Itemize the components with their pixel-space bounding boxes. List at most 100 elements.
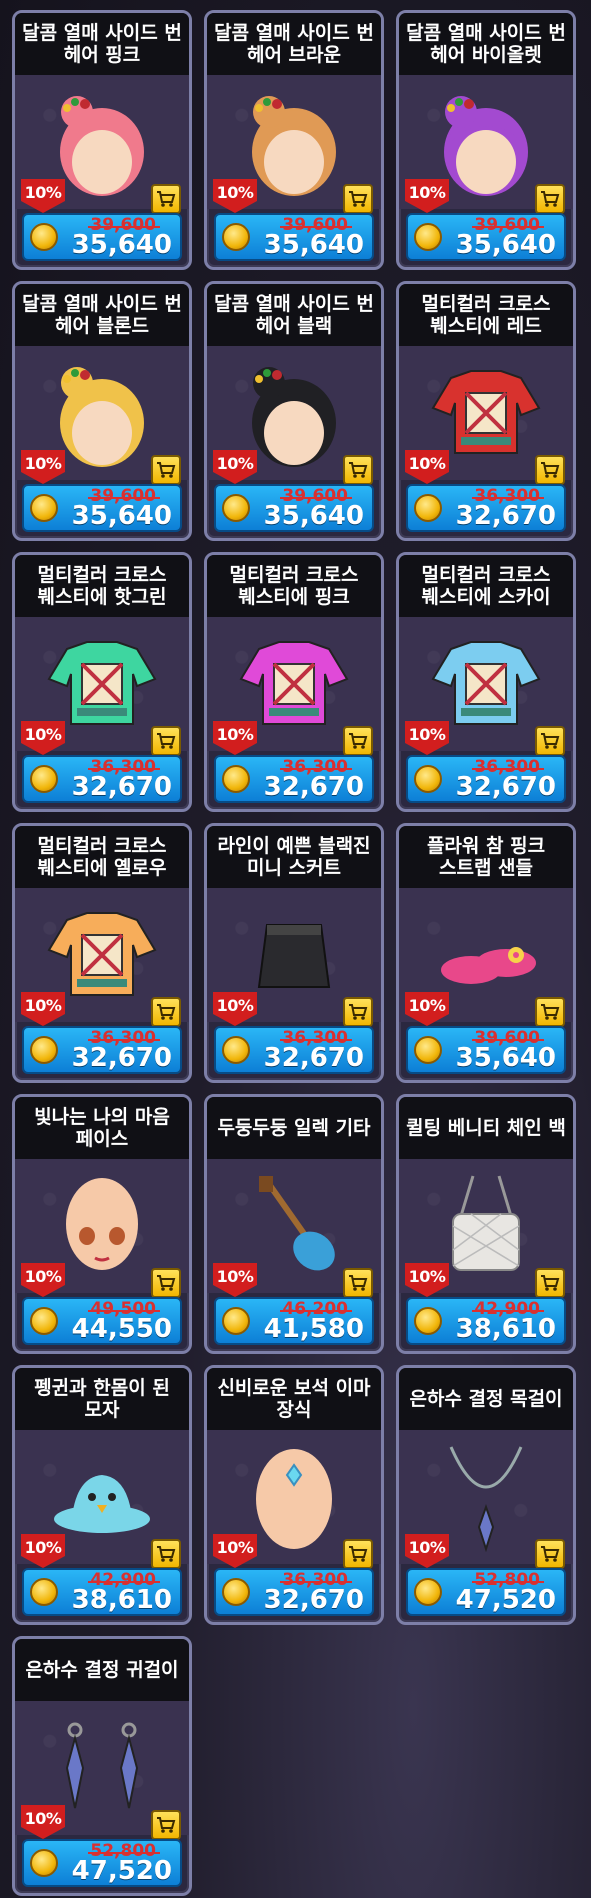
discount-label: 10% bbox=[216, 454, 254, 473]
price-bar[interactable]: 49,500 44,550 bbox=[22, 1297, 182, 1345]
price-bar[interactable]: 39,600 35,640 bbox=[406, 1026, 566, 1074]
shop-item-card[interactable]: 달콤 열매 사이드 번 헤어 블론드 10% 39,600 35,640 bbox=[12, 281, 192, 541]
price-bar[interactable]: 39,600 35,640 bbox=[22, 484, 182, 532]
sale-price: 35,640 bbox=[263, 230, 364, 260]
shop-item-card[interactable]: 펭귄과 한몸이 된 모자 10% 42,900 38,610 bbox=[12, 1365, 192, 1625]
shop-item-card[interactable]: 달콤 열매 사이드 번 헤어 핑크 10% 39,600 35,640 bbox=[12, 10, 192, 270]
discount-badge: 10% bbox=[21, 450, 65, 484]
shop-item-card[interactable]: 달콤 열매 사이드 번 헤어 바이올렛 10% 39,600 35,640 bbox=[396, 10, 576, 270]
price-bar[interactable]: 52,800 47,520 bbox=[406, 1568, 566, 1616]
cart-icon[interactable] bbox=[343, 1539, 373, 1569]
discount-badge: 10% bbox=[213, 992, 257, 1026]
price-bar[interactable]: 39,600 35,640 bbox=[406, 213, 566, 261]
discount-label: 10% bbox=[408, 725, 446, 744]
sale-price: 32,670 bbox=[455, 501, 556, 531]
cart-icon[interactable] bbox=[151, 1539, 181, 1569]
shop-item-card[interactable]: 멀티컬러 크로스 붸스티에 레드 10% 36,300 32,670 bbox=[396, 281, 576, 541]
coin-icon bbox=[414, 1578, 442, 1606]
price-bar[interactable]: 36,300 32,670 bbox=[214, 1568, 374, 1616]
cart-icon[interactable] bbox=[535, 1268, 565, 1298]
shop-item-card[interactable]: 달콤 열매 사이드 번 헤어 블랙 10% 39,600 35,640 bbox=[204, 281, 384, 541]
coin-icon bbox=[30, 1307, 58, 1335]
shop-item-card[interactable]: 은하수 결정 목걸이 10% 52,800 47,520 bbox=[396, 1365, 576, 1625]
coin-icon bbox=[414, 765, 442, 793]
price-bar[interactable]: 36,300 32,670 bbox=[22, 1026, 182, 1074]
cart-icon[interactable] bbox=[535, 726, 565, 756]
price-bar[interactable]: 36,300 32,670 bbox=[406, 484, 566, 532]
discount-label: 10% bbox=[216, 1267, 254, 1286]
sale-price: 32,670 bbox=[263, 772, 364, 802]
item-title: 달콤 열매 사이드 번 헤어 바이올렛 bbox=[399, 13, 573, 75]
price-bar[interactable]: 46,200 41,580 bbox=[214, 1297, 374, 1345]
sale-price: 38,610 bbox=[71, 1585, 172, 1615]
cart-icon[interactable] bbox=[151, 1268, 181, 1298]
discount-label: 10% bbox=[408, 454, 446, 473]
shop-item-card[interactable]: 두둥두둥 일렉 기타 10% 46,200 41,580 bbox=[204, 1094, 384, 1354]
coin-icon bbox=[414, 494, 442, 522]
cart-icon[interactable] bbox=[535, 455, 565, 485]
shop-item-card[interactable]: 신비로운 보석 이마 장식 10% 36,300 32,670 bbox=[204, 1365, 384, 1625]
discount-badge: 10% bbox=[21, 721, 65, 755]
discount-badge: 10% bbox=[213, 179, 257, 213]
shop-item-card[interactable]: 플라워 참 핑크 스트랩 샌들 10% 39,600 35,640 bbox=[396, 823, 576, 1083]
shop-item-card[interactable]: 달콤 열매 사이드 번 헤어 브라운 10% 39,600 35,640 bbox=[204, 10, 384, 270]
shop-item-card[interactable]: 멀티컬러 크로스 붸스티에 핑크 10% 36,300 32,670 bbox=[204, 552, 384, 812]
cart-icon[interactable] bbox=[535, 997, 565, 1027]
cart-icon[interactable] bbox=[343, 997, 373, 1027]
discount-badge: 10% bbox=[21, 1263, 65, 1297]
sale-price: 35,640 bbox=[455, 1043, 556, 1073]
sale-price: 32,670 bbox=[71, 1043, 172, 1073]
item-title: 빛나는 나의 마음 페이스 bbox=[15, 1097, 189, 1159]
price-bar[interactable]: 36,300 32,670 bbox=[214, 755, 374, 803]
shop-item-card[interactable]: 멀티컬러 크로스 붸스티에 옐로우 10% 36,300 32,670 bbox=[12, 823, 192, 1083]
coin-icon bbox=[30, 1849, 58, 1877]
cart-icon[interactable] bbox=[343, 1268, 373, 1298]
cart-icon[interactable] bbox=[535, 184, 565, 214]
sale-price: 41,580 bbox=[263, 1314, 364, 1344]
cart-icon[interactable] bbox=[535, 1539, 565, 1569]
discount-badge: 10% bbox=[405, 179, 449, 213]
item-title: 멀티컬러 크로스 붸스티에 옐로우 bbox=[15, 826, 189, 888]
shop-item-card[interactable]: 멀티컬러 크로스 붸스티에 스카이 10% 36,300 32,670 bbox=[396, 552, 576, 812]
coin-icon bbox=[30, 1036, 58, 1064]
discount-label: 10% bbox=[216, 1538, 254, 1557]
sale-price: 47,520 bbox=[71, 1856, 172, 1886]
discount-label: 10% bbox=[408, 1538, 446, 1557]
price-bar[interactable]: 36,300 32,670 bbox=[22, 755, 182, 803]
coin-icon bbox=[30, 765, 58, 793]
item-title: 펭귄과 한몸이 된 모자 bbox=[15, 1368, 189, 1430]
price-bar[interactable]: 36,300 32,670 bbox=[214, 1026, 374, 1074]
cart-icon[interactable] bbox=[151, 184, 181, 214]
shop-item-card[interactable]: 빛나는 나의 마음 페이스 10% 49,500 44,550 bbox=[12, 1094, 192, 1354]
item-title: 라인이 예쁜 블랙진 미니 스커트 bbox=[207, 826, 381, 888]
price-bar[interactable]: 39,600 35,640 bbox=[214, 213, 374, 261]
sale-price: 32,670 bbox=[71, 772, 172, 802]
shop-item-card[interactable]: 멀티컬러 크로스 붸스티에 핫그린 10% 36,300 32,670 bbox=[12, 552, 192, 812]
cart-icon[interactable] bbox=[151, 726, 181, 756]
price-bar[interactable]: 36,300 32,670 bbox=[406, 755, 566, 803]
shop-item-card[interactable]: 은하수 결정 귀걸이 10% 52,800 47,520 bbox=[12, 1636, 192, 1896]
cart-icon[interactable] bbox=[151, 455, 181, 485]
shop-item-card[interactable]: 퀼팅 베니티 체인 백 10% 42,900 38,610 bbox=[396, 1094, 576, 1354]
item-title: 은하수 결정 귀걸이 bbox=[15, 1639, 189, 1701]
price-bar[interactable]: 42,900 38,610 bbox=[406, 1297, 566, 1345]
price-bar[interactable]: 39,600 35,640 bbox=[214, 484, 374, 532]
sale-price: 47,520 bbox=[455, 1585, 556, 1615]
cart-icon[interactable] bbox=[151, 1810, 181, 1840]
price-bar[interactable]: 52,800 47,520 bbox=[22, 1839, 182, 1887]
item-title: 멀티컬러 크로스 붸스티에 스카이 bbox=[399, 555, 573, 617]
coin-icon bbox=[414, 1036, 442, 1064]
coin-icon bbox=[222, 765, 250, 793]
coin-icon bbox=[222, 223, 250, 251]
price-bar[interactable]: 39,600 35,640 bbox=[22, 213, 182, 261]
discount-label: 10% bbox=[24, 996, 62, 1015]
price-bar[interactable]: 42,900 38,610 bbox=[22, 1568, 182, 1616]
cart-icon[interactable] bbox=[343, 455, 373, 485]
discount-label: 10% bbox=[408, 183, 446, 202]
shop-item-card[interactable]: 라인이 예쁜 블랙진 미니 스커트 10% 36,300 32,670 bbox=[204, 823, 384, 1083]
cart-icon[interactable] bbox=[343, 726, 373, 756]
cart-icon[interactable] bbox=[343, 184, 373, 214]
item-title: 멀티컬러 크로스 붸스티에 핫그린 bbox=[15, 555, 189, 617]
sale-price: 32,670 bbox=[455, 772, 556, 802]
cart-icon[interactable] bbox=[151, 997, 181, 1027]
